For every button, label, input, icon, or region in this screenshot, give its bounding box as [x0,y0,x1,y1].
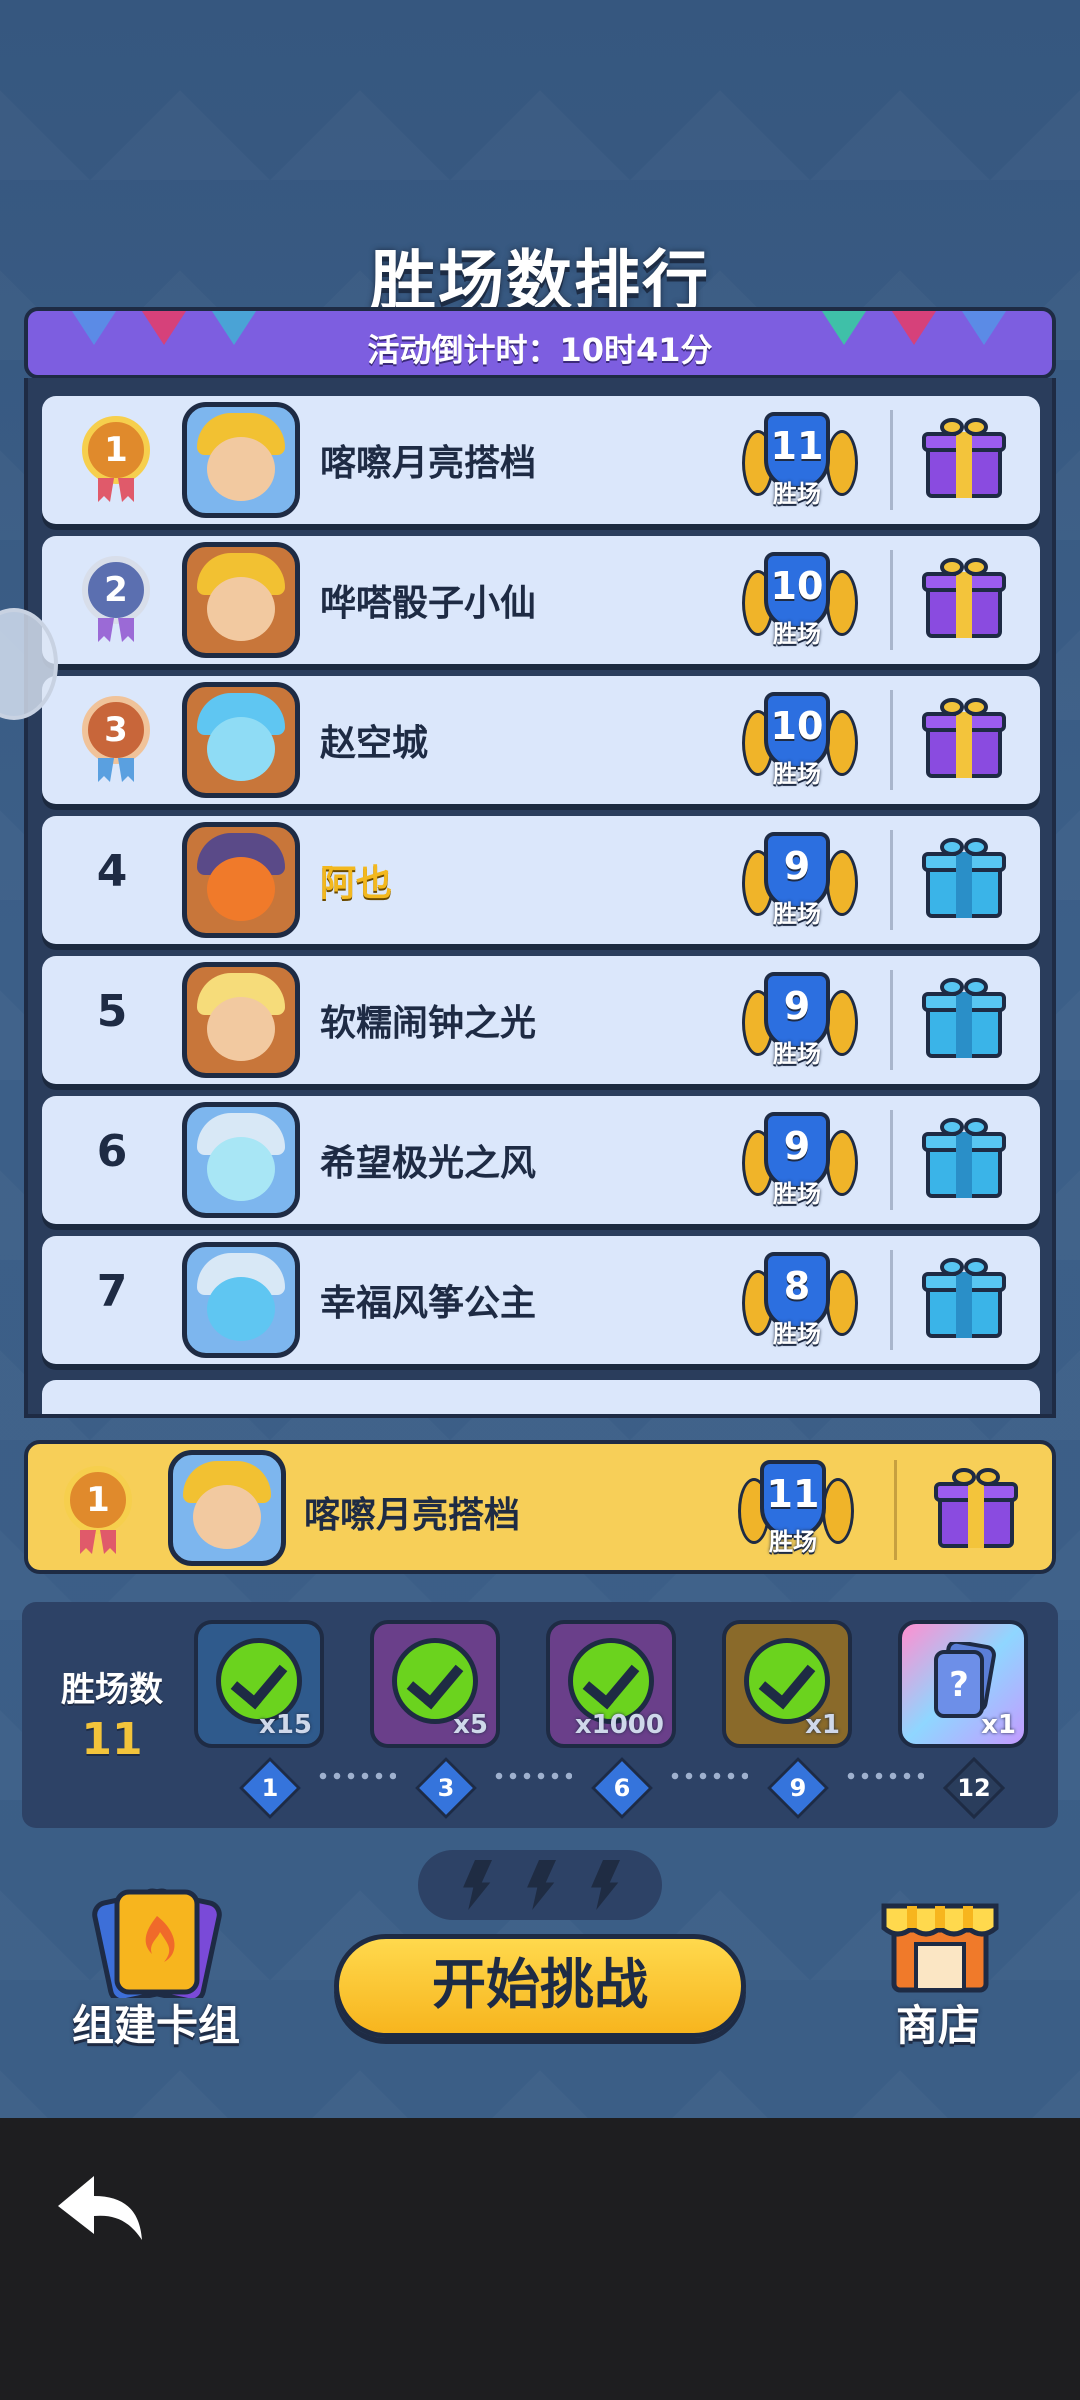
progress-dots [668,1772,748,1780]
progress-dots [492,1772,572,1780]
start-challenge-button[interactable]: 开始挑战 [334,1934,746,2038]
gift-icon[interactable] [922,698,1006,782]
win-rewards-panel: 胜场数 11 x15 x5 x1000 x1 ? x1 1 3 6 9 12 [22,1602,1058,1828]
milestone-marker: 6 [590,1756,654,1820]
reward-item[interactable]: x15 [194,1620,324,1748]
my-rank-row[interactable]: 1 喀嚓月亮搭档 11 胜场 [24,1440,1056,1574]
avatar[interactable] [182,1242,300,1358]
ranking-row[interactable]: 5 软糯闹钟之光 9 胜场 [42,956,1040,1084]
system-nav-bar [0,2118,1080,2400]
gold-medal-icon: 1 [64,1466,132,1534]
gold-medal-icon: 1 [82,416,150,484]
rank-number: 6 [96,1126,128,1177]
avatar[interactable] [182,542,300,658]
lightning-icon [463,1860,492,1910]
ranking-row[interactable]: 3 赵空城 10 胜场 [42,676,1040,804]
gift-icon[interactable] [922,418,1006,502]
ranking-row[interactable]: 4 阿也 9 胜场 [42,816,1040,944]
avatar[interactable] [182,962,300,1078]
countdown-text: 活动倒计时：10时41分 [367,331,713,369]
wins-count-label: 胜场数 [61,1670,163,1710]
ranking-list[interactable]: 1 喀嚓月亮搭档 11 胜场 2 哗嗒骰子小仙 10 胜场 3 赵空城 10 胜… [24,378,1056,1418]
lightning-icon [591,1860,620,1910]
reward-item-mystery-card[interactable]: ? x1 [898,1620,1028,1748]
player-name: 阿也 [320,863,393,904]
player-name: 喀嚓月亮搭档 [304,1495,521,1536]
avatar[interactable] [182,1102,300,1218]
player-name: 赵空城 [320,723,429,764]
gift-icon[interactable] [922,558,1006,642]
ranking-row[interactable]: 7 幸福风筝公主 8 胜场 [42,1236,1040,1364]
reward-item[interactable]: x1000 [546,1620,676,1748]
ranking-row-partial[interactable] [42,1380,1040,1414]
player-name: 幸福风筝公主 [320,1283,537,1324]
player-name: 哗嗒骰子小仙 [320,583,537,624]
reward-item[interactable]: x1 [722,1620,852,1748]
rank-number: 7 [96,1266,128,1317]
progress-dots [316,1772,396,1780]
gift-icon[interactable] [922,1118,1006,1202]
wins-badge: 9 胜场 [742,970,858,1070]
build-deck-button[interactable]: 组建卡组 [66,1888,246,2050]
medal-ribbon-icon [98,758,134,782]
milestone-marker: 1 [238,1756,302,1820]
medal-ribbon-icon [80,1530,116,1554]
rank-number: 4 [96,846,128,897]
wins-count-value: 11 [81,1714,143,1765]
ranking-row[interactable]: 6 希望极光之风 9 胜场 [42,1096,1040,1224]
silver-medal-icon: 2 [82,556,150,624]
gift-icon[interactable] [934,1468,1018,1552]
milestone-marker: 9 [766,1756,830,1820]
player-name: 希望极光之风 [320,1143,537,1184]
shop-button[interactable]: 商店 [848,1888,1028,2050]
wins-badge: 9 胜场 [742,1110,858,1210]
svg-text:?: ? [949,1665,969,1705]
wins-badge: 8 胜场 [742,1250,858,1350]
rank-number: 5 [96,986,128,1037]
player-name: 软糯闹钟之光 [320,1003,537,1044]
wins-badge: 10 胜场 [742,690,858,790]
reward-item[interactable]: x5 [370,1620,500,1748]
avatar[interactable] [182,402,300,518]
countdown-banner: 活动倒计时：10时41分 [24,307,1056,379]
progress-dots [844,1772,924,1780]
avatar[interactable] [182,682,300,798]
energy-indicator [418,1850,662,1920]
lightning-icon [527,1860,556,1910]
avatar[interactable] [168,1450,286,1566]
ranking-row[interactable]: 1 喀嚓月亮搭档 11 胜场 [42,396,1040,524]
avatar[interactable] [182,822,300,938]
gift-icon[interactable] [922,838,1006,922]
wins-badge: 11 胜场 [742,410,858,510]
card-deck-icon [92,1888,222,1998]
milestone-marker: 3 [414,1756,478,1820]
player-name: 喀嚓月亮搭档 [320,443,537,484]
shop-icon [881,1903,999,1993]
ranking-row[interactable]: 2 哗嗒骰子小仙 10 胜场 [42,536,1040,664]
medal-ribbon-icon [98,618,134,642]
wins-badge: 11 胜场 [738,1458,854,1558]
wins-badge: 10 胜场 [742,550,858,650]
back-arrow-icon[interactable] [50,2168,150,2248]
bronze-medal-icon: 3 [82,696,150,764]
gift-icon[interactable] [922,978,1006,1062]
wins-badge: 9 胜场 [742,830,858,930]
milestone-marker: 12 [942,1756,1006,1820]
gift-icon[interactable] [922,1258,1006,1342]
medal-ribbon-icon [98,478,134,502]
